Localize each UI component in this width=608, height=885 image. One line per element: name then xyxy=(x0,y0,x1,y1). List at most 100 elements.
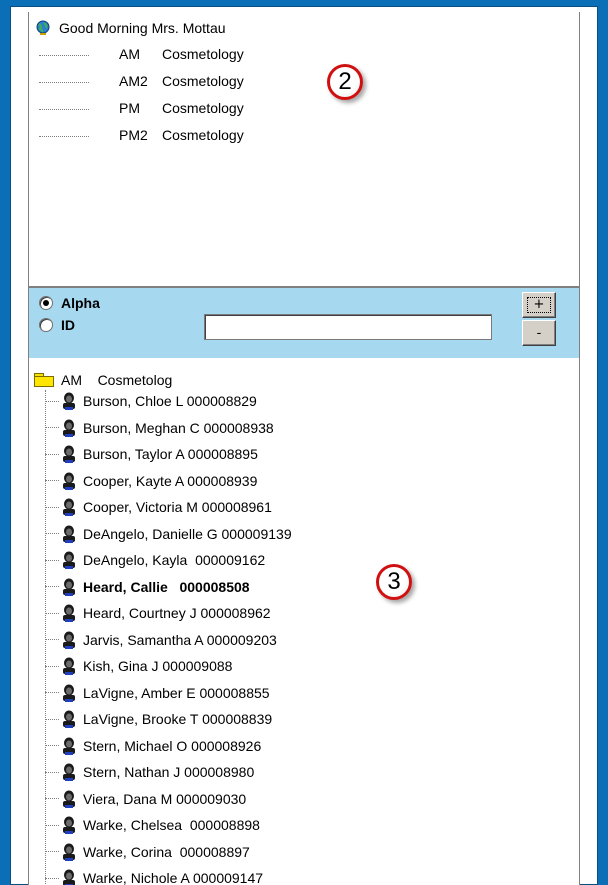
person-icon xyxy=(61,445,77,463)
tree-connector xyxy=(39,108,89,110)
class-code: PM2 xyxy=(119,127,148,143)
person-icon xyxy=(61,737,77,755)
group-code: AM xyxy=(61,372,82,388)
search-bar: Alpha ID + - xyxy=(29,286,579,360)
student-label: Burson, Meghan C 000008938 xyxy=(83,419,274,436)
student-label: Warke, Corina 000008897 xyxy=(83,843,250,860)
student-label: LaVigne, Brooke T 000008839 xyxy=(83,711,273,727)
student-item[interactable]: Kish, Gina J 000009088 xyxy=(45,656,232,676)
person-icon xyxy=(61,472,77,490)
class-name: Cosmetology xyxy=(162,73,244,89)
student-tree: AM Cosmetolog Burson, Chloe L 000008829 B… xyxy=(29,358,579,885)
class-name: Cosmetology xyxy=(162,100,244,116)
person-icon xyxy=(61,843,77,861)
class-item[interactable]: PM2 Cosmetology xyxy=(39,125,244,145)
person-icon xyxy=(61,790,77,808)
panel: Good Morning Mrs. Mottau AM Cosmetology AM… xyxy=(28,12,580,885)
tree-connector xyxy=(39,135,89,137)
group-label: AM Cosmetolog xyxy=(61,372,172,388)
folder-icon xyxy=(33,372,55,388)
expand-button[interactable]: + xyxy=(522,292,556,318)
person-icon xyxy=(61,392,77,410)
student-item[interactable]: DeAngelo, Danielle G 000009139 xyxy=(45,524,292,544)
tree-connector xyxy=(45,745,59,746)
student-label: Heard, Courtney J 000008962 xyxy=(83,605,271,621)
student-item[interactable]: Jarvis, Samantha A 000009203 xyxy=(45,630,277,650)
greeting-text: Good Morning Mrs. Mottau xyxy=(59,20,226,36)
class-code: PM xyxy=(119,100,140,116)
student-label: Burson, Taylor A 000008895 xyxy=(83,446,258,462)
person-icon xyxy=(61,710,77,728)
tree-connector xyxy=(45,400,59,402)
class-name: Cosmetology xyxy=(162,46,244,62)
student-item[interactable]: Warke, Corina 000008897 xyxy=(45,842,250,862)
student-item[interactable]: Cooper, Kayte A 000008939 xyxy=(45,471,257,491)
student-item[interactable]: Warke, Chelsea 000008898 xyxy=(45,815,260,835)
tree-connector xyxy=(45,877,59,879)
tree-connector xyxy=(45,453,59,455)
person-icon xyxy=(61,419,77,437)
student-item[interactable]: Burson, Chloe L 000008829 xyxy=(45,391,257,411)
radio-alpha-label: Alpha xyxy=(61,295,100,311)
student-label: Jarvis, Samantha A 000009203 xyxy=(83,631,277,648)
callout-marker-3: 3 xyxy=(376,564,412,600)
class-tree: Good Morning Mrs. Mottau AM Cosmetology AM… xyxy=(29,12,579,282)
student-item[interactable]: Stern, Nathan J 000008980 xyxy=(45,762,254,782)
student-label: Cooper, Victoria M 000008961 xyxy=(83,499,272,515)
student-label: Heard, Callie 000008508 xyxy=(83,578,250,595)
student-label: Warke, Chelsea 000008898 xyxy=(83,817,260,833)
callout-number: 3 xyxy=(387,568,401,595)
tree-connector xyxy=(45,559,59,561)
student-label: Cooper, Kayte A 000008939 xyxy=(83,472,258,489)
collapse-button[interactable]: - xyxy=(522,320,556,346)
tree-connector xyxy=(39,81,89,83)
tree-connector xyxy=(45,692,59,693)
person-icon xyxy=(61,631,77,649)
tree-connector xyxy=(45,639,59,640)
globe-icon xyxy=(35,20,51,36)
tree-connector xyxy=(45,506,59,508)
class-item[interactable]: AM2 Cosmetology xyxy=(39,71,244,91)
student-label: LaVigne, Amber E 000008855 xyxy=(83,684,270,701)
radio-id[interactable]: ID xyxy=(39,316,75,334)
person-icon xyxy=(61,578,77,596)
radio-alpha-dot[interactable] xyxy=(39,296,53,310)
student-label: Kish, Gina J 000009088 xyxy=(83,658,233,674)
student-item[interactable]: LaVigne, Amber E 000008855 xyxy=(45,683,270,703)
student-item[interactable]: Heard, Callie 000008508 xyxy=(45,577,250,597)
radio-id-dot[interactable] xyxy=(39,318,53,332)
student-item[interactable]: Stern, Michael O 000008926 xyxy=(45,736,261,756)
person-icon xyxy=(61,551,77,569)
student-item[interactable]: Warke, Nichole A 000009147 xyxy=(45,868,263,885)
tree-connector xyxy=(45,586,59,587)
student-item[interactable]: Cooper, Victoria M 000008961 xyxy=(45,497,272,517)
search-input[interactable] xyxy=(204,314,492,340)
student-item[interactable]: Burson, Meghan C 000008938 xyxy=(45,418,274,438)
class-code: AM xyxy=(119,46,140,62)
radio-id-label: ID xyxy=(61,317,75,333)
tree-connector xyxy=(45,798,59,799)
student-item[interactable]: Burson, Taylor A 000008895 xyxy=(45,444,258,464)
class-item[interactable]: PM Cosmetology xyxy=(39,98,244,118)
greeting-node[interactable]: Good Morning Mrs. Mottau xyxy=(35,18,226,38)
class-item[interactable]: AM Cosmetology xyxy=(39,44,244,64)
person-icon xyxy=(61,525,77,543)
student-item[interactable]: Heard, Courtney J 000008962 xyxy=(45,603,271,623)
student-label: Burson, Chloe L 000008829 xyxy=(83,393,257,409)
tree-connector xyxy=(45,533,59,534)
radio-alpha[interactable]: Alpha xyxy=(39,294,100,312)
person-icon xyxy=(61,657,77,675)
person-icon xyxy=(61,816,77,834)
person-icon xyxy=(61,498,77,516)
tree-connector xyxy=(45,851,59,852)
student-item[interactable]: DeAngelo, Kayla 000009162 xyxy=(45,550,265,570)
person-icon xyxy=(61,763,77,781)
tree-connector xyxy=(45,824,59,826)
student-label: DeAngelo, Danielle G 000009139 xyxy=(83,525,292,542)
student-item[interactable]: Viera, Dana M 000009030 xyxy=(45,789,246,809)
class-code: AM2 xyxy=(119,73,148,89)
class-name: Cosmetology xyxy=(162,127,244,143)
group-node[interactable]: AM Cosmetolog xyxy=(33,370,172,390)
student-item[interactable]: LaVigne, Brooke T 000008839 xyxy=(45,709,272,729)
window-frame: Good Morning Mrs. Mottau AM Cosmetology AM… xyxy=(0,0,608,885)
